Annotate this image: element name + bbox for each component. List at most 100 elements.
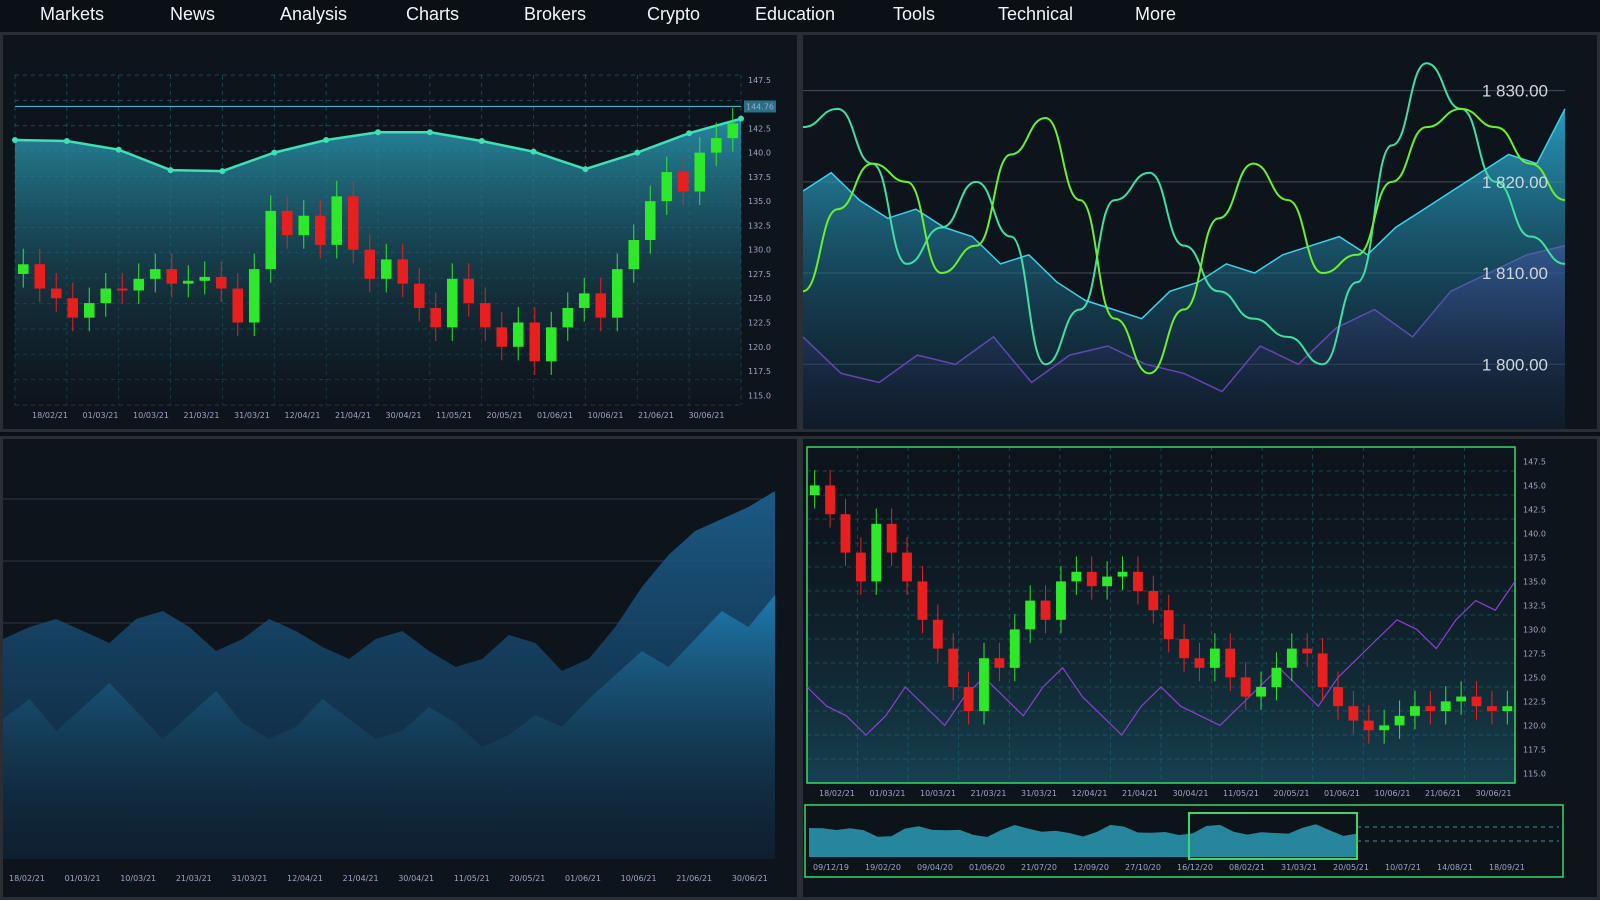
- br-candle-26: [1209, 648, 1220, 668]
- nav-item-crypto[interactable]: Crypto: [647, 4, 700, 25]
- overlay-point-1: [63, 138, 70, 144]
- x-tick-10: 01/06/21: [565, 874, 601, 883]
- tl-candle-11: [199, 276, 211, 281]
- overlay-point-14: [738, 115, 744, 122]
- x-tick-1: 01/03/21: [65, 874, 101, 883]
- navigator-tick-6: 27/10/20: [1125, 863, 1161, 872]
- br-candle-45: [1502, 706, 1513, 711]
- nav-item-brokers[interactable]: Brokers: [524, 4, 586, 25]
- y-tick-3: 140.0: [1523, 529, 1546, 538]
- br-candle-13: [1009, 629, 1020, 668]
- nav-item-tools[interactable]: Tools: [893, 4, 935, 25]
- br-candle-3: [855, 552, 866, 582]
- nav-item-charts[interactable]: Charts: [406, 4, 459, 25]
- tl-candle-28: [479, 303, 491, 328]
- x-tick-11: 10/06/21: [1375, 789, 1411, 798]
- y-tick-11: 120.0: [1523, 721, 1546, 730]
- y-tick-9: 125.0: [1523, 673, 1546, 682]
- navigator-tick-3: 01/06/20: [969, 863, 1005, 872]
- navigator-tick-0: 09/12/19: [813, 863, 849, 872]
- br-candle-17: [1071, 571, 1082, 582]
- br-candle-19: [1102, 576, 1113, 587]
- br-candle-38: [1394, 715, 1405, 726]
- x-tick-0: 18/02/21: [9, 874, 45, 883]
- x-tick-9: 20/05/21: [509, 874, 545, 883]
- y-tick-12: 115.0: [748, 391, 771, 400]
- br-candle-42: [1456, 696, 1467, 702]
- nav-item-markets[interactable]: Markets: [40, 4, 104, 25]
- y-tick-7: 127.5: [748, 270, 771, 279]
- y-tick-7: 130.0: [1523, 625, 1546, 634]
- nav-item-analysis[interactable]: Analysis: [280, 4, 347, 25]
- x-tick-6: 21/04/21: [1122, 789, 1158, 798]
- nav-item-education[interactable]: Education: [755, 4, 835, 25]
- br-candle-16: [1056, 581, 1066, 620]
- x-tick-12: 21/06/21: [1425, 789, 1461, 798]
- y-tick-11: 117.5: [748, 367, 771, 376]
- navigator-tick-5: 12/09/20: [1073, 863, 1109, 872]
- br-candle-28: [1240, 677, 1251, 697]
- tl-candle-6: [116, 288, 128, 291]
- x-tick-1: 01/03/21: [870, 789, 906, 798]
- navigator-tick-1: 19/02/20: [865, 863, 901, 872]
- y-tick-0: 147.5: [1523, 457, 1546, 466]
- nav-item-news[interactable]: News: [170, 4, 215, 25]
- y-tick-4: 135.0: [748, 197, 771, 206]
- tl-candle-16: [281, 210, 293, 236]
- tl-candle-42: [710, 138, 722, 153]
- br-candle-29: [1256, 687, 1266, 697]
- br-candle-8: [932, 619, 943, 649]
- tl-candle-30: [512, 322, 524, 347]
- y-tick-8: 125.0: [748, 294, 771, 303]
- x-tick-13: 30/06/21: [732, 874, 768, 883]
- tl-candle-12: [215, 276, 227, 289]
- overlay-point-9: [478, 138, 485, 144]
- nav-item-more[interactable]: More: [1135, 4, 1176, 25]
- x-tick-2: 10/03/21: [920, 789, 956, 798]
- x-tick-6: 21/04/21: [343, 874, 379, 883]
- x-tick-12: 21/06/21: [638, 411, 674, 420]
- tl-candle-43: [727, 123, 739, 139]
- x-tick-10: 01/06/21: [1324, 789, 1360, 798]
- br-candle-20: [1117, 571, 1128, 577]
- overlay-point-8: [426, 129, 433, 136]
- x-tick-13: 30/06/21: [689, 411, 725, 420]
- top-navigation: Markets News Analysis Charts Brokers Crypto Ed…: [0, 0, 1600, 35]
- x-tick-0: 18/02/21: [32, 411, 68, 420]
- br-candle-5: [886, 523, 897, 553]
- br-candle-18: [1086, 571, 1097, 587]
- y-tick-2: 1 810.00: [1482, 264, 1548, 283]
- tl-candle-38: [644, 201, 656, 240]
- br-candle-7: [917, 581, 928, 620]
- tl-candle-8: [149, 269, 161, 279]
- candlestick-chart-top-left: 144.76 147.5 142.5 140.0 137.5 135.0 132.5 130.…: [0, 32, 800, 432]
- br-candle-40: [1425, 706, 1436, 711]
- navigator-tick-2: 09/04/20: [917, 863, 953, 872]
- overlay-point-2: [115, 146, 122, 153]
- tl-candle-21: [364, 249, 376, 279]
- x-tick-3: 21/03/21: [971, 789, 1007, 798]
- x-tick-6: 21/04/21: [335, 411, 371, 420]
- br-candle-0: [809, 485, 820, 495]
- tl-candle-1: [34, 264, 46, 289]
- overlay-point-11: [582, 166, 589, 173]
- tl-candle-36: [611, 269, 623, 318]
- x-tick-2: 10/03/21: [120, 874, 156, 883]
- tl-candle-15: [265, 210, 277, 270]
- overlay-point-5: [271, 149, 278, 156]
- nav-item-technical[interactable]: Technical: [998, 4, 1073, 25]
- x-tick-11: 10/06/21: [621, 874, 657, 883]
- tl-candle-35: [595, 293, 607, 318]
- y-tick-3: 1 800.00: [1482, 355, 1548, 374]
- x-tick-7: 30/04/21: [386, 411, 422, 420]
- tl-candle-17: [298, 215, 310, 236]
- br-candle-43: [1471, 696, 1482, 707]
- x-tick-8: 11/05/21: [436, 411, 472, 420]
- navigator-tick-9: 31/03/21: [1281, 863, 1317, 872]
- navigator-tick-13: 18/09/21: [1489, 863, 1525, 872]
- tl-candle-14: [248, 269, 260, 323]
- y-tick-10: 122.5: [1523, 697, 1546, 706]
- y-tick-2: 140.0: [748, 149, 771, 158]
- br-candle-22: [1148, 591, 1159, 611]
- x-tick-0: 18/02/21: [819, 789, 855, 798]
